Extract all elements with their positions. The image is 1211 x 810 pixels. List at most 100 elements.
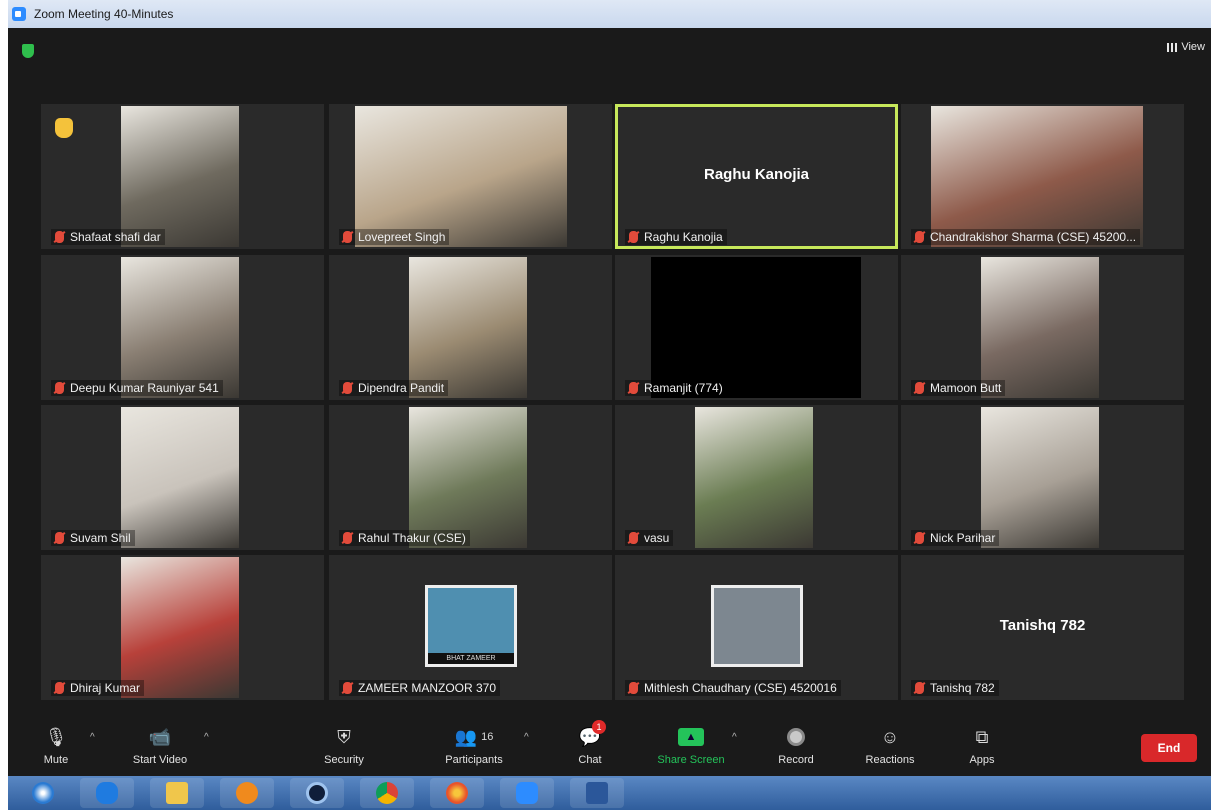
participant-video — [695, 407, 813, 548]
participant-name: Dipendra Pandit — [358, 381, 445, 395]
participant-video — [121, 557, 239, 698]
muted-mic-icon — [55, 231, 64, 243]
muted-mic-icon — [915, 231, 924, 243]
participants-label: Participants — [445, 754, 503, 766]
participant-name-label: Deepu Kumar Rauniyar 541 — [51, 380, 223, 396]
security-shield-icon[interactable] — [22, 44, 34, 58]
share-screen-label: Share Screen — [657, 754, 725, 766]
zoom-icon — [12, 7, 26, 21]
window-title: Zoom Meeting 40-Minutes — [34, 7, 174, 21]
participant-video — [409, 407, 527, 548]
view-button[interactable]: View — [1167, 41, 1205, 53]
meeting-area: View Shafaat shafi dar Lovepreet Singh Rag… — [8, 28, 1211, 714]
participant-tile[interactable]: Dhiraj Kumar — [41, 555, 324, 700]
muted-mic-icon — [343, 682, 352, 694]
participant-video — [651, 257, 861, 398]
participant-name: Ramanjit (774) — [644, 381, 723, 395]
participant-tile[interactable]: Lovepreet Singh — [329, 104, 612, 249]
muted-mic-icon — [343, 231, 352, 243]
muted-mic-icon — [55, 532, 64, 544]
muted-mic-icon — [629, 682, 638, 694]
participant-name-label: Raghu Kanojia — [625, 229, 727, 245]
security-label: Security — [324, 754, 364, 766]
participant-name-label: Tanishq 782 — [911, 680, 999, 696]
mute-button[interactable]: 🎙 Mute — [16, 724, 96, 767]
title-bar: Zoom Meeting 40-Minutes — [8, 0, 1211, 28]
muted-mic-icon — [915, 682, 924, 694]
participant-video — [931, 106, 1143, 247]
record-button[interactable]: Record — [756, 724, 836, 766]
record-icon — [787, 728, 805, 746]
media-player-icon[interactable] — [220, 778, 274, 808]
chrome-icon[interactable] — [360, 778, 414, 808]
end-meeting-button[interactable]: End — [1141, 734, 1197, 762]
muted-mic-icon — [55, 682, 64, 694]
firefox-icon[interactable] — [430, 778, 484, 808]
muted-mic-icon — [629, 532, 638, 544]
profile-picture — [711, 585, 803, 667]
participant-tile[interactable]: vasu — [615, 405, 898, 550]
record-label: Record — [778, 754, 814, 766]
muted-mic-icon — [343, 532, 352, 544]
reactions-button[interactable]: ☺ Reactions — [850, 724, 930, 767]
file-explorer-icon[interactable] — [150, 778, 204, 808]
participant-name: vasu — [644, 531, 670, 545]
muted-mic-icon — [629, 231, 638, 243]
word-icon[interactable] — [570, 778, 624, 808]
reactions-label: Reactions — [865, 754, 915, 766]
participant-display-name: Tanishq 782 — [999, 617, 1086, 634]
app-c-icon[interactable] — [290, 778, 344, 808]
apps-button[interactable]: ⧉ Apps — [942, 724, 1022, 767]
participant-tile[interactable]: Dipendra Pandit — [329, 255, 612, 400]
meeting-toolbar: 🎙 Mute ^ 📹 Start Video ^ ⛨ Security 👥 16 … — [8, 714, 1211, 776]
participant-tile[interactable]: Mamoon Butt — [901, 255, 1184, 400]
grid-view-icon — [1167, 42, 1178, 52]
participant-name-label: vasu — [625, 530, 674, 546]
participant-name-label: ZAMEER MANZOOR 370 — [339, 680, 501, 696]
raised-hand-icon — [55, 118, 73, 138]
participant-tile[interactable]: Ramanjit (774) — [615, 255, 898, 400]
participant-tile[interactable]: Mithlesh Chaudhary (CSE) 4520016 — [615, 555, 898, 700]
participant-tile[interactable]: BHAT ZAMEER ZAMEER MANZOOR 370 — [329, 555, 612, 700]
participant-name: Tanishq 782 — [930, 681, 995, 695]
participant-display-name: Raghu Kanojia — [703, 166, 809, 183]
participant-video — [409, 257, 527, 398]
share-options-chevron-icon[interactable]: ^ — [732, 732, 737, 743]
muted-mic-icon — [55, 382, 64, 394]
participant-tile[interactable]: Nick Parihar — [901, 405, 1184, 550]
participant-tile[interactable]: Deepu Kumar Rauniyar 541 — [41, 255, 324, 400]
participant-name-label: Chandrakishor Sharma (CSE) 45200... — [911, 229, 1141, 245]
participant-video — [121, 257, 239, 398]
muted-mic-icon — [629, 382, 638, 394]
participants-options-chevron-icon[interactable]: ^ — [524, 732, 529, 743]
participant-tile[interactable]: Rahul Thakur (CSE) — [329, 405, 612, 550]
participant-tile[interactable]: Tanishq 782 Tanishq 782 — [901, 555, 1184, 700]
chat-button[interactable]: 💬 1 Chat — [550, 720, 630, 766]
share-screen-button[interactable]: ▲ Share Screen — [648, 724, 734, 766]
smiley-plus-icon: ☺ — [880, 726, 900, 747]
participant-tile[interactable]: Suvam Shil — [41, 405, 324, 550]
windows-start-icon[interactable] — [16, 778, 70, 808]
chat-label: Chat — [578, 754, 602, 766]
participant-video — [121, 407, 239, 548]
participants-icon: 👥 16 — [454, 726, 494, 747]
participant-tile[interactable]: Raghu Kanojia Raghu Kanojia — [615, 104, 898, 249]
zoom-icon[interactable] — [500, 778, 554, 808]
participants-button[interactable]: 👥 16 Participants — [426, 724, 522, 767]
muted-mic-icon — [915, 382, 924, 394]
participant-name: Rahul Thakur (CSE) — [358, 531, 466, 545]
apps-icon: ⧉ — [975, 726, 989, 747]
participant-tile[interactable]: Chandrakishor Sharma (CSE) 45200... — [901, 104, 1184, 249]
start-video-button[interactable]: 📹 Start Video — [120, 724, 200, 767]
participant-tile[interactable]: Shafaat shafi dar — [41, 104, 324, 249]
audio-options-chevron-icon[interactable]: ^ — [90, 732, 95, 743]
video-camera-off-icon: 📹 — [148, 726, 172, 747]
participant-name-label: Suvam Shil — [51, 530, 135, 546]
share-screen-icon: ▲ — [678, 728, 704, 746]
participant-name-label: Dipendra Pandit — [339, 380, 449, 396]
internet-explorer-icon[interactable] — [80, 778, 134, 808]
video-options-chevron-icon[interactable]: ^ — [204, 732, 209, 743]
chat-unread-badge: 1 — [592, 720, 606, 734]
participant-name-label: Nick Parihar — [911, 530, 1000, 546]
security-button[interactable]: ⛨ Security — [304, 724, 384, 767]
